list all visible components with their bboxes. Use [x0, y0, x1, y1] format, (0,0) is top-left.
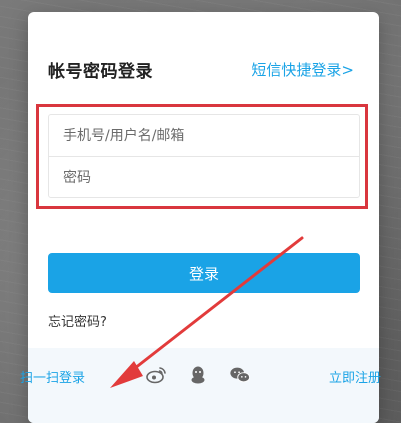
forgot-password-link[interactable]: 忘记密码?	[48, 311, 107, 330]
username-input[interactable]	[49, 115, 359, 156]
login-card: 帐号密码登录 短信快捷登录> 登录 忘记密码?	[28, 12, 379, 423]
register-link[interactable]: 立即注册	[329, 367, 381, 386]
weibo-icon[interactable]	[145, 364, 167, 386]
credentials-field-group	[48, 114, 360, 198]
social-login-icons	[145, 364, 251, 386]
wechat-icon[interactable]	[229, 364, 251, 386]
password-input[interactable]	[49, 157, 359, 198]
login-button[interactable]: 登录	[48, 253, 360, 293]
sms-login-link[interactable]: 短信快捷登录>	[251, 59, 354, 80]
qr-login-link[interactable]: 扫一扫登录	[20, 367, 85, 386]
page-title: 帐号密码登录	[48, 62, 153, 82]
qq-icon[interactable]	[187, 364, 209, 386]
